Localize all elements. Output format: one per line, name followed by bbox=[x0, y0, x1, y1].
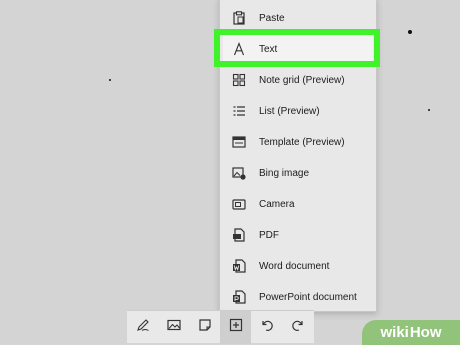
canvas-dot bbox=[428, 109, 430, 111]
add-button[interactable] bbox=[220, 310, 251, 344]
menu-item-label: PowerPoint document bbox=[259, 291, 357, 303]
menu-item-list[interactable]: List (Preview) bbox=[223, 96, 373, 126]
menu-item-label: Paste bbox=[259, 12, 285, 24]
pen-icon bbox=[136, 318, 150, 337]
menu-item-template[interactable]: Template (Preview) bbox=[223, 127, 373, 157]
word-document-icon bbox=[231, 258, 247, 274]
menu-item-pdf[interactable]: PDF bbox=[223, 220, 373, 250]
menu-item-label: Note grid (Preview) bbox=[259, 74, 345, 86]
canvas-dot bbox=[109, 79, 111, 81]
image-icon bbox=[166, 318, 181, 337]
bottom-toolbar bbox=[127, 310, 314, 344]
menu-item-powerpoint-document[interactable]: PowerPoint document bbox=[223, 282, 373, 312]
clipboard-icon bbox=[231, 10, 247, 26]
menu-item-camera[interactable]: Camera bbox=[223, 189, 373, 219]
menu-item-note-grid[interactable]: Note grid (Preview) bbox=[223, 65, 373, 95]
canvas-dot bbox=[408, 30, 412, 34]
menu-item-label: Word document bbox=[259, 260, 330, 272]
menu-item-label: List (Preview) bbox=[259, 105, 320, 117]
watermark-part1: wiki bbox=[380, 324, 409, 341]
powerpoint-document-icon bbox=[231, 289, 247, 305]
undo-icon bbox=[260, 318, 274, 337]
sticky-note-icon bbox=[198, 318, 212, 337]
menu-item-paste[interactable]: Paste bbox=[223, 3, 373, 33]
sticky-note-button[interactable] bbox=[189, 311, 220, 344]
bing-image-icon bbox=[231, 165, 247, 181]
insert-menu: Paste Text Note grid (Preview) List (Pre… bbox=[219, 0, 377, 312]
menu-item-bing-image[interactable]: Bing image bbox=[223, 158, 373, 188]
menu-item-label: PDF bbox=[259, 229, 279, 241]
watermark-part2: How bbox=[409, 324, 442, 341]
menu-item-label: Camera bbox=[259, 198, 295, 210]
menu-item-label: Text bbox=[259, 43, 278, 55]
pen-button[interactable] bbox=[127, 311, 158, 344]
add-icon bbox=[229, 318, 243, 337]
image-button[interactable] bbox=[158, 311, 189, 344]
menu-item-label: Template (Preview) bbox=[259, 136, 345, 148]
list-icon bbox=[231, 103, 247, 119]
redo-icon bbox=[291, 318, 305, 337]
menu-item-label: Bing image bbox=[259, 167, 310, 179]
note-grid-icon bbox=[231, 72, 247, 88]
redo-button[interactable] bbox=[282, 311, 313, 344]
pdf-icon bbox=[231, 227, 247, 243]
menu-item-word-document[interactable]: Word document bbox=[223, 251, 373, 281]
camera-icon bbox=[231, 196, 247, 212]
wikihow-watermark: wiki How bbox=[362, 320, 460, 345]
menu-item-text[interactable]: Text bbox=[223, 34, 373, 64]
text-icon bbox=[231, 41, 247, 57]
undo-button[interactable] bbox=[251, 311, 282, 344]
template-icon bbox=[231, 134, 247, 150]
